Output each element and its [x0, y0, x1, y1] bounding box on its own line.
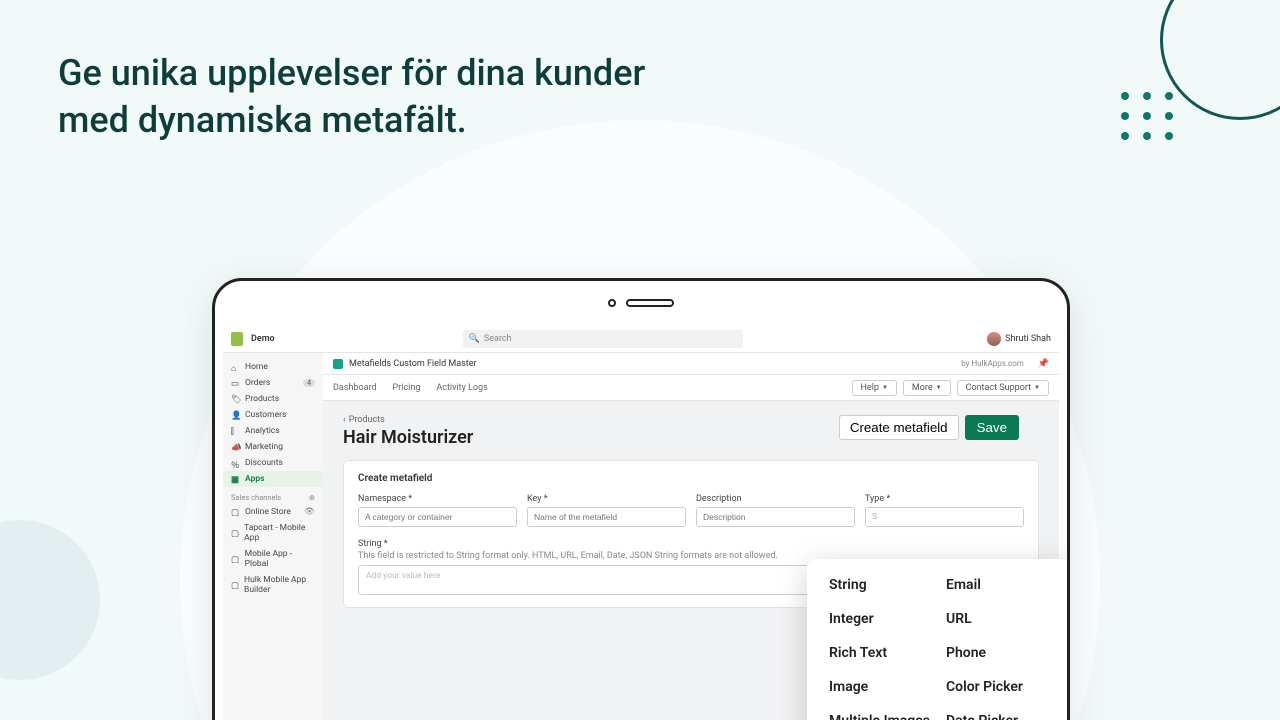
- key-label: Key *: [527, 494, 686, 504]
- channel-icon: ▢: [231, 581, 239, 590]
- type-option[interactable]: Color Picker: [946, 679, 1049, 695]
- sidebar-section-sales-channels: Sales channels⊕: [223, 487, 323, 504]
- app-by: by HulkApps.com: [961, 359, 1024, 368]
- bg-circle-bl: [0, 520, 100, 680]
- app-name: Metafields Custom Field Master: [349, 359, 477, 369]
- type-option[interactable]: Multiple Images: [829, 713, 932, 720]
- help-button[interactable]: Help▼: [852, 380, 897, 396]
- save-button[interactable]: Save: [965, 415, 1019, 440]
- more-button[interactable]: More▼: [903, 380, 951, 396]
- sidebar-item-home[interactable]: ⌂Home: [223, 359, 323, 375]
- tab-activity-logs[interactable]: Activity Logs: [436, 383, 487, 393]
- bg-circle-tr: [1160, 0, 1280, 120]
- chevron-down-icon: ▼: [936, 384, 942, 391]
- add-channel-icon[interactable]: ⊕: [309, 493, 315, 502]
- tab-dashboard[interactable]: Dashboard: [333, 383, 377, 393]
- sidebar-item-apps[interactable]: ▦Apps: [223, 471, 323, 487]
- sidebar-item-discounts[interactable]: ％Discounts: [223, 455, 323, 471]
- type-option[interactable]: String: [829, 577, 932, 593]
- type-option[interactable]: Integer: [829, 611, 932, 627]
- user-name: Shruti Shah: [1005, 334, 1051, 344]
- search-placeholder: Search: [484, 334, 512, 344]
- app-icon: [333, 359, 343, 369]
- sidebar-channel[interactable]: ▢Hulk Mobile App Builder: [223, 572, 323, 598]
- sidebar-item-analytics[interactable]: ⫿Analytics: [223, 423, 323, 439]
- type-option[interactable]: Rich Text: [829, 645, 932, 661]
- sidebar-item-customers[interactable]: 👤Customers: [223, 407, 323, 423]
- home-icon: ⌂: [231, 363, 240, 372]
- type-option[interactable]: Phone: [946, 645, 1049, 661]
- marketing-headline: Ge unika upplevelser för dina kundermed …: [58, 50, 645, 144]
- description-label: Description: [696, 494, 855, 504]
- discounts-icon: ％: [231, 459, 240, 468]
- chevron-left-icon: ‹: [343, 415, 346, 425]
- chevron-down-icon: ▼: [882, 384, 888, 391]
- sidebar-channel[interactable]: ▢Online Store👁: [223, 504, 323, 520]
- sidebar: ⌂Home▭Orders4🏷Products👤Customers⫿Analyti…: [223, 353, 323, 720]
- store-name: Demo: [251, 334, 275, 344]
- type-option[interactable]: Image: [829, 679, 932, 695]
- namespace-label: Namespace *: [358, 494, 517, 504]
- type-options-menu: String Email Integer URL Rich Text Phone Image…: [807, 559, 1070, 720]
- eye-icon[interactable]: 👁: [304, 507, 315, 517]
- channel-icon: ▢: [231, 555, 240, 564]
- contact-support-button[interactable]: Contact Support▼: [957, 380, 1049, 396]
- tablet-frame: Demo 🔍 Search Shruti Shah ⌂Home▭Orders4🏷…: [212, 278, 1070, 720]
- type-select[interactable]: S: [865, 507, 1024, 527]
- pin-icon[interactable]: 📌: [1038, 359, 1049, 369]
- app-title-bar: Metafields Custom Field Master by HulkAp…: [323, 353, 1059, 375]
- topbar: Demo 🔍 Search Shruti Shah: [223, 325, 1059, 353]
- create-metafield-button[interactable]: Create metafield: [839, 415, 959, 440]
- avatar: [987, 332, 1001, 346]
- products-icon: 🏷: [231, 395, 240, 404]
- type-option[interactable]: URL: [946, 611, 1049, 627]
- customers-icon: 👤: [231, 411, 240, 420]
- marketing-icon: 📣: [231, 443, 240, 452]
- channel-icon: ▢: [231, 529, 239, 538]
- search-input[interactable]: 🔍 Search: [463, 330, 743, 348]
- apps-icon: ▦: [231, 475, 240, 484]
- chevron-down-icon: ▼: [1034, 384, 1040, 391]
- sidebar-item-products[interactable]: 🏷Products: [223, 391, 323, 407]
- namespace-input[interactable]: [358, 507, 517, 527]
- channel-icon: ▢: [231, 508, 240, 517]
- type-option[interactable]: Email: [946, 577, 1049, 593]
- sidebar-channel[interactable]: ▢Mobile App - Plobal: [223, 546, 323, 572]
- analytics-icon: ⫿: [231, 427, 240, 436]
- tablet-notch: [215, 281, 1067, 325]
- search-icon: 🔍: [469, 334, 480, 344]
- string-label: String *: [358, 539, 1024, 549]
- user-menu[interactable]: Shruti Shah: [987, 332, 1051, 346]
- key-input[interactable]: [527, 507, 686, 527]
- shopify-logo-icon: [231, 332, 243, 346]
- sidebar-channel[interactable]: ▢Tapcart - Mobile App: [223, 520, 323, 546]
- type-label: Type *: [865, 494, 1024, 504]
- type-option[interactable]: Date Picker: [946, 713, 1049, 720]
- sidebar-item-orders[interactable]: ▭Orders4: [223, 375, 323, 391]
- description-input[interactable]: [696, 507, 855, 527]
- orders-icon: ▭: [231, 379, 240, 388]
- sidebar-item-marketing[interactable]: 📣Marketing: [223, 439, 323, 455]
- decorative-dots: [1121, 92, 1175, 140]
- tab-bar: Dashboard Pricing Activity Logs Help▼ Mo…: [323, 375, 1059, 401]
- card-title: Create metafield: [358, 473, 1024, 484]
- tab-pricing[interactable]: Pricing: [393, 383, 421, 393]
